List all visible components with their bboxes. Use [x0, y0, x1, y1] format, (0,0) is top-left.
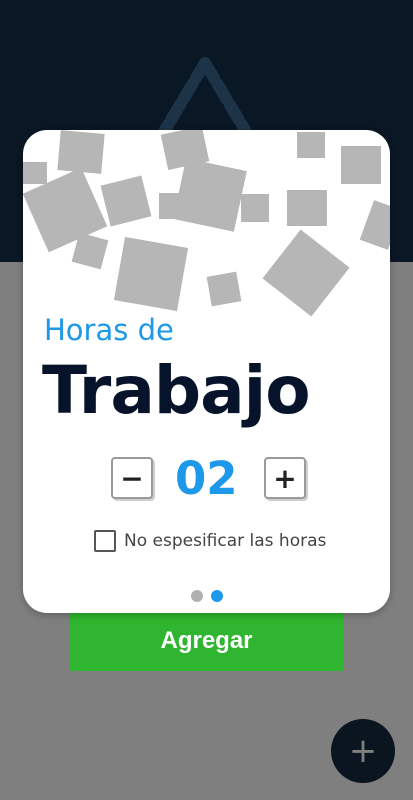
decrement-button[interactable]: −: [111, 457, 153, 499]
add-button[interactable]: Agregar: [69, 610, 344, 671]
work-hours-dialog: Horas de Trabajo − 02 + No espesificar l…: [23, 130, 390, 613]
no-hours-option[interactable]: No espesificar las horas: [94, 528, 326, 554]
deco-square: [100, 175, 152, 227]
deco-square: [173, 158, 247, 232]
deco-square: [262, 229, 350, 317]
dialog-subtitle: Horas de: [44, 313, 174, 347]
deco-square: [71, 232, 109, 270]
deco-square: [287, 190, 327, 226]
deco-square: [206, 271, 242, 307]
page-dot-active[interactable]: [210, 590, 223, 602]
increment-button[interactable]: +: [264, 457, 306, 499]
deco-square: [297, 132, 325, 158]
no-hours-checkbox[interactable]: [94, 530, 116, 552]
deco-square: [359, 200, 390, 250]
page-indicator: [23, 590, 390, 604]
page-dot[interactable]: [190, 590, 203, 602]
hours-stepper: − 02 +: [23, 452, 390, 512]
deco-square: [341, 146, 381, 184]
hours-value: 02: [175, 452, 238, 505]
deco-square: [241, 194, 269, 222]
fab-add-button[interactable]: +: [331, 719, 395, 783]
deco-square: [23, 162, 47, 184]
plus-icon: +: [348, 731, 378, 771]
deco-square: [113, 236, 189, 312]
no-hours-label: No espesificar las horas: [124, 531, 327, 551]
dialog-title: Trabajo: [42, 352, 311, 429]
